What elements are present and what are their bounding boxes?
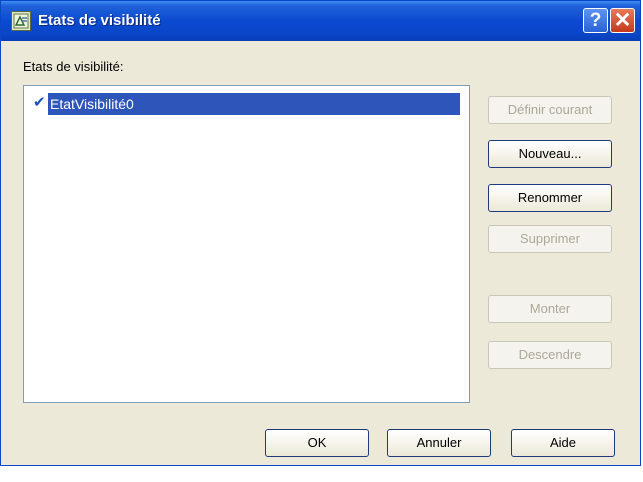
help-icon[interactable]: ? <box>583 8 608 33</box>
delete-button[interactable]: Supprimer <box>488 225 612 253</box>
visibility-states-label: Etats de visibilité: <box>23 59 124 74</box>
block-editor-icon <box>11 11 31 31</box>
move-down-button[interactable]: Descendre <box>488 341 612 369</box>
rename-button[interactable]: Renommer <box>488 184 612 212</box>
list-item[interactable]: ✔ EtatVisibilité0 <box>33 93 460 115</box>
window-title: Etats de visibilité <box>38 12 161 29</box>
check-icon: ✔ <box>33 94 46 111</box>
move-up-button[interactable]: Monter <box>488 295 612 323</box>
help-button[interactable]: Aide <box>511 429 615 457</box>
visibility-states-list[interactable]: ✔ EtatVisibilité0 <box>23 85 470 403</box>
ok-button[interactable]: OK <box>265 429 369 457</box>
define-current-button[interactable]: Définir courant <box>488 96 612 124</box>
close-icon[interactable]: ✕ <box>610 8 635 33</box>
title-bar[interactable]: Etats de visibilité ? ✕ <box>1 1 640 41</box>
visibility-states-dialog: Etats de visibilité ? ✕ Etats de visibil… <box>0 0 641 466</box>
cancel-button[interactable]: Annuler <box>387 429 491 457</box>
new-button[interactable]: Nouveau... <box>488 140 612 168</box>
list-item-label: EtatVisibilité0 <box>48 93 460 115</box>
